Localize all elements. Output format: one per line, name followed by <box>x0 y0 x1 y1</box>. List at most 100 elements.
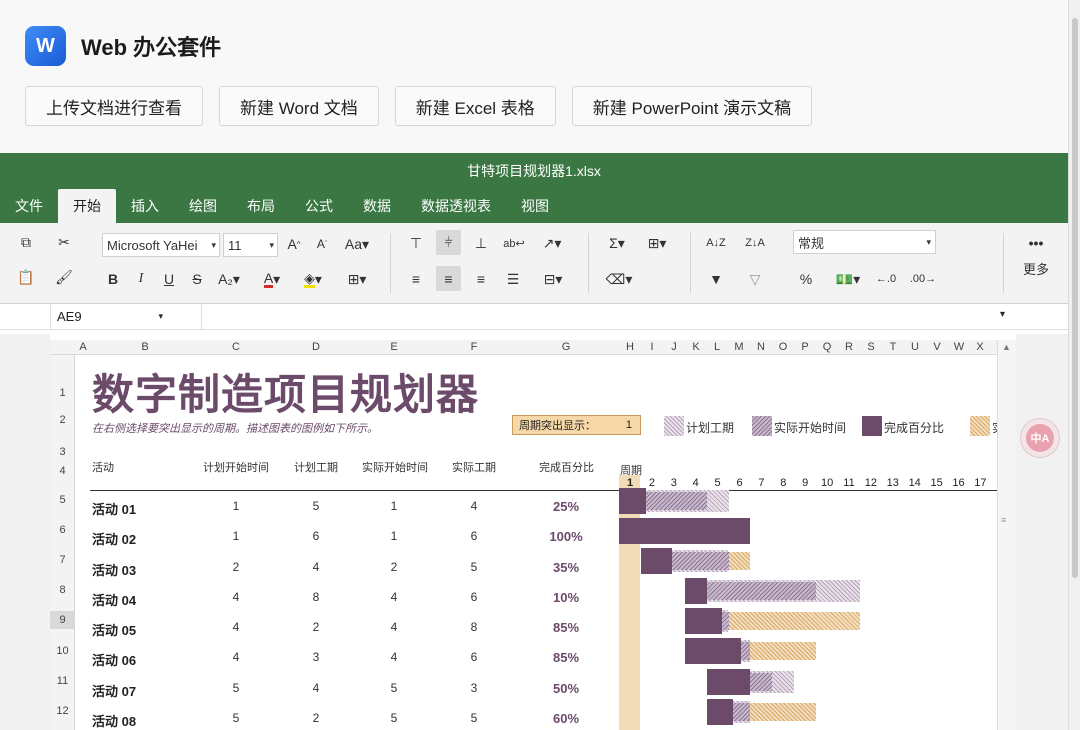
orientation-icon[interactable]: ↗▾ <box>535 232 569 254</box>
column-header-p[interactable]: P <box>801 341 808 353</box>
cell-plan-start[interactable]: 4 <box>233 590 240 604</box>
cell-act-dur[interactable]: 5 <box>471 711 478 725</box>
cell-act-dur[interactable]: 5 <box>471 560 478 574</box>
align-bottom-icon[interactable]: ⊥ <box>469 232 493 254</box>
decrease-font-icon[interactable]: Aˇ <box>312 233 332 255</box>
sort-descending-icon[interactable]: Z↓A <box>743 232 767 254</box>
row-header-8[interactable]: 8 <box>50 584 75 596</box>
tab-home[interactable]: 开始 <box>58 189 116 223</box>
column-header-n[interactable]: N <box>757 341 765 353</box>
copy-icon[interactable]: ⧉ <box>14 231 38 253</box>
worksheet[interactable]: ABCDEFGHIJKLMNOPQRSTUVWX 1 2 3 4 5 6 7 8 9 10 11 12… <box>50 334 1016 730</box>
row-header-10[interactable]: 10 <box>50 645 75 657</box>
cell-pct[interactable]: 10% <box>553 590 579 605</box>
cell-plan-dur[interactable]: 3 <box>313 650 320 664</box>
column-header-e[interactable]: E <box>390 341 397 353</box>
cell-plan-dur[interactable]: 6 <box>313 529 320 543</box>
clear-icon[interactable]: ⌫▾ <box>601 268 637 290</box>
row-header-12[interactable]: 12 <box>50 705 75 717</box>
tab-view[interactable]: 视图 <box>506 189 564 223</box>
cell-name[interactable]: 活动 04 <box>92 590 136 609</box>
cell-plan-dur[interactable]: 2 <box>313 620 320 634</box>
column-header-h[interactable]: H <box>626 341 634 353</box>
highlight-period-box[interactable]: 周期突出显示： 1 <box>512 415 641 435</box>
cell-act-start[interactable]: 1 <box>391 499 398 513</box>
cell-plan-start[interactable]: 4 <box>233 620 240 634</box>
align-top-icon[interactable]: ⊤ <box>404 232 428 254</box>
cell-name[interactable]: 活动 06 <box>92 650 136 669</box>
underline-icon[interactable]: U <box>159 268 179 290</box>
cell-pct[interactable]: 85% <box>553 620 579 635</box>
row-header-5[interactable]: 5 <box>50 494 75 506</box>
cell-plan-dur[interactable]: 4 <box>313 560 320 574</box>
cell-name[interactable]: 活动 07 <box>92 681 136 700</box>
cell-act-dur[interactable]: 8 <box>471 620 478 634</box>
strikethrough-icon[interactable]: S <box>187 268 207 290</box>
decrease-decimal-icon[interactable]: ←.0 <box>873 268 899 290</box>
column-header-x[interactable]: X <box>976 341 983 353</box>
formula-input[interactable] <box>203 304 1017 329</box>
merge-cells-icon[interactable]: ⊟▾ <box>535 268 571 290</box>
fill-color-icon[interactable]: ◈ ▾ <box>297 268 329 290</box>
tab-insert[interactable]: 插入 <box>116 189 174 223</box>
tab-file[interactable]: 文件 <box>0 189 58 223</box>
new-powerpoint-button[interactable]: 新建 PowerPoint 演示文稿 <box>571 86 813 126</box>
row-header-4[interactable]: 4 <box>50 465 75 477</box>
cell-name[interactable]: 活动 01 <box>92 499 136 518</box>
column-header-a[interactable]: A <box>79 341 86 353</box>
cell-name[interactable]: 活动 02 <box>92 529 136 548</box>
column-header-m[interactable]: M <box>734 341 743 353</box>
cell-pct[interactable]: 60% <box>553 711 579 726</box>
translate-button[interactable]: 中A <box>1020 418 1060 458</box>
insert-cells-icon[interactable]: ⊞▾ <box>639 232 675 254</box>
column-header-r[interactable]: R <box>845 341 853 353</box>
cell-plan-start[interactable]: 1 <box>233 499 240 513</box>
format-painter-icon[interactable]: 🖌 <box>52 266 76 288</box>
upload-document-button[interactable]: 上传文档进行查看 <box>25 86 203 126</box>
column-header-f[interactable]: F <box>471 341 478 353</box>
tab-draw[interactable]: 绘图 <box>174 189 232 223</box>
cell-plan-start[interactable]: 1 <box>233 529 240 543</box>
cell-act-start[interactable]: 4 <box>391 650 398 664</box>
wrap-text-icon[interactable]: ab↩ <box>501 232 527 254</box>
tab-layout[interactable]: 布局 <box>232 189 290 223</box>
row-header-11[interactable]: 11 <box>50 675 75 687</box>
page-scroll-thumb[interactable] <box>1072 18 1078 578</box>
cell-act-start[interactable]: 5 <box>391 681 398 695</box>
sort-ascending-icon[interactable]: A↓Z <box>704 232 728 254</box>
cell-name[interactable]: 活动 05 <box>92 620 136 639</box>
column-header-u[interactable]: U <box>911 341 919 353</box>
currency-icon[interactable]: 💵▾ <box>830 268 866 290</box>
cell-pct[interactable]: 25% <box>553 499 579 514</box>
cell-pct[interactable]: 85% <box>553 650 579 665</box>
increase-font-icon[interactable]: A ^ <box>284 233 304 255</box>
tab-formulas[interactable]: 公式 <box>290 189 348 223</box>
column-header-d[interactable]: D <box>312 341 320 353</box>
row-header-7[interactable]: 7 <box>50 554 75 566</box>
column-header-k[interactable]: K <box>692 341 699 353</box>
subscript-icon[interactable]: A₂▾ <box>214 268 244 290</box>
cell-pct[interactable]: 35% <box>553 560 579 575</box>
percent-icon[interactable]: % <box>795 268 817 290</box>
align-right-icon[interactable]: ≡ <box>469 268 493 290</box>
cell-plan-start[interactable]: 5 <box>233 711 240 725</box>
cell-plan-start[interactable]: 4 <box>233 650 240 664</box>
column-header-o[interactable]: O <box>779 341 788 353</box>
filter-icon[interactable]: ▼ <box>704 268 728 290</box>
column-header-c[interactable]: C <box>232 341 240 353</box>
increase-decimal-icon[interactable]: .00→ <box>910 268 936 290</box>
new-word-button[interactable]: 新建 Word 文档 <box>219 86 379 126</box>
bold-icon[interactable]: B <box>103 268 123 290</box>
column-header-j[interactable]: J <box>671 341 677 353</box>
column-header-t[interactable]: T <box>890 341 897 353</box>
cell-name[interactable]: 活动 08 <box>92 711 136 730</box>
clear-filter-icon[interactable]: ▽ <box>743 268 767 290</box>
more-label[interactable]: 更多 <box>1017 257 1055 279</box>
cell-act-dur[interactable]: 6 <box>471 650 478 664</box>
cell-plan-dur[interactable]: 5 <box>313 499 320 513</box>
paste-icon[interactable]: 📋 <box>14 266 38 288</box>
cell-act-start[interactable]: 4 <box>391 590 398 604</box>
row-header-6[interactable]: 6 <box>50 524 75 536</box>
cell-act-start[interactable]: 2 <box>391 560 398 574</box>
column-header-b[interactable]: B <box>141 341 148 353</box>
